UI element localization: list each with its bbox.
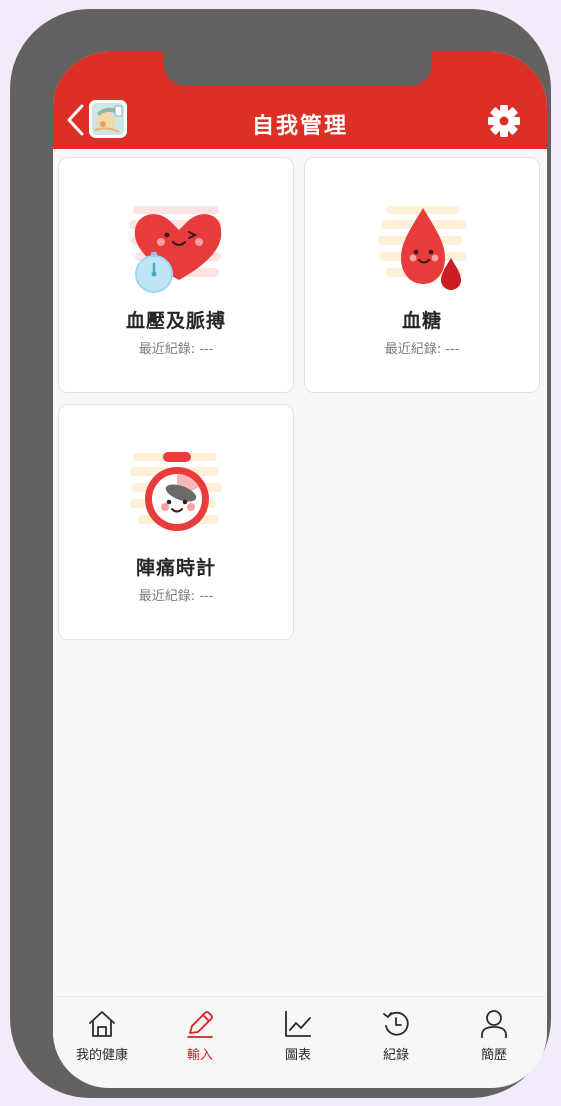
tab-input[interactable]: 輸入 bbox=[151, 997, 249, 1088]
tab-label: 我的健康 bbox=[75, 1048, 128, 1063]
tab-label: 紀錄 bbox=[382, 1048, 409, 1063]
card-contraction-timer[interactable]: 陣痛時計 最近紀錄: --- bbox=[58, 404, 294, 640]
card-title: 陣痛時計 bbox=[135, 557, 216, 579]
card-last-record: 最近紀錄: --- bbox=[138, 589, 214, 604]
tab-my-health[interactable]: 我的健康 bbox=[53, 997, 151, 1088]
timer-icon bbox=[129, 452, 223, 531]
line-chart-icon bbox=[285, 1011, 311, 1037]
history-icon bbox=[383, 1011, 409, 1036]
card-title: 血壓及脈搏 bbox=[125, 310, 226, 332]
tab-records[interactable]: 紀錄 bbox=[347, 997, 445, 1088]
user-icon bbox=[481, 1010, 507, 1038]
card-blood-pressure[interactable]: 血壓及脈搏 最近紀錄: --- bbox=[58, 157, 294, 393]
app-screen: 自我管理 血壓及脈搏 最近紀錄: --- 血糖 最近紀錄: --- 陣痛時計 最… bbox=[53, 52, 547, 1088]
card-title: 血糖 bbox=[401, 310, 442, 332]
heart-stopwatch-icon bbox=[129, 206, 222, 293]
tab-label: 圖表 bbox=[284, 1048, 311, 1063]
card-last-record: 最近紀錄: --- bbox=[138, 342, 214, 357]
app-header: 自我管理 bbox=[53, 52, 547, 149]
blood-drop-icon bbox=[377, 206, 467, 290]
tab-profile[interactable]: 簡歷 bbox=[445, 997, 543, 1088]
tab-label: 輸入 bbox=[186, 1048, 213, 1063]
page-title: 自我管理 bbox=[251, 114, 348, 139]
pencil-icon bbox=[187, 1011, 213, 1038]
tab-chart[interactable]: 圖表 bbox=[249, 997, 347, 1088]
home-icon bbox=[89, 1011, 115, 1037]
card-last-record: 最近紀錄: --- bbox=[384, 342, 460, 357]
card-blood-sugar[interactable]: 血糖 最近紀錄: --- bbox=[304, 157, 540, 393]
phone-frame: 自我管理 血壓及脈搏 最近紀錄: --- 血糖 最近紀錄: --- 陣痛時計 最… bbox=[10, 9, 551, 1098]
gear-icon bbox=[488, 105, 520, 137]
tab-label: 簡歷 bbox=[480, 1048, 507, 1063]
phone-notch bbox=[164, 52, 432, 86]
settings-button[interactable] bbox=[487, 104, 521, 138]
bottom-tab-bar: 我的健康 輸入 圖表 紀錄 簡歷 bbox=[53, 996, 547, 1088]
